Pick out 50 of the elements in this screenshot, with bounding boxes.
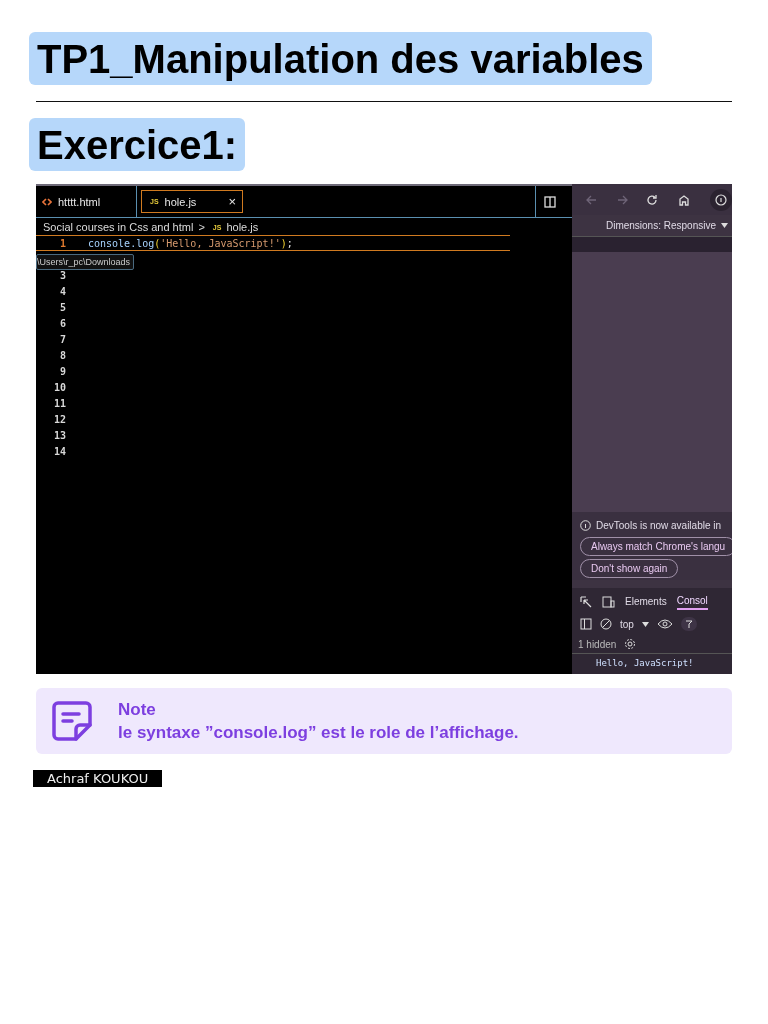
- line-number: 8: [58, 349, 66, 361]
- notice-button[interactable]: Don't show again: [580, 559, 679, 578]
- breadcrumb-file[interactable]: hole.js: [226, 221, 259, 233]
- caret-icon[interactable]: [721, 223, 728, 228]
- devtools-tab[interactable]: Elements: [625, 594, 667, 609]
- line-number: 6: [58, 317, 66, 329]
- page-title: TP1_Manipulation des variables: [29, 32, 652, 85]
- info-icon[interactable]: [580, 520, 591, 531]
- clear-icon[interactable]: [600, 618, 612, 630]
- line-number: 11: [52, 397, 66, 409]
- sidebar-icon[interactable]: [580, 618, 592, 630]
- eye-icon[interactable]: [656, 619, 673, 629]
- note-title: Note: [118, 699, 157, 721]
- info-icon[interactable]: [710, 188, 732, 211]
- code-line: console.log('Hello, JavaScript!');: [88, 237, 294, 249]
- editor-tab[interactable]: htttt.html: [36, 186, 137, 217]
- line-number: 5: [58, 301, 66, 313]
- notice-text: DevTools is now available in: [596, 520, 722, 531]
- author-label: Achraf KOUKOU: [33, 770, 163, 787]
- caret-icon[interactable]: [641, 621, 649, 627]
- settings-icon[interactable]: [624, 638, 637, 650]
- inspect-icon[interactable]: [580, 595, 592, 608]
- breadcrumb-separator: >: [198, 221, 205, 233]
- notice-button[interactable]: Always match Chrome's langu: [580, 537, 732, 556]
- hidden-count: 1 hidden: [578, 638, 617, 650]
- code-icon[interactable]: [42, 196, 52, 207]
- exercise-heading: Exercice1:: [29, 118, 246, 171]
- split-editor-icon[interactable]: [544, 195, 556, 208]
- home-icon[interactable]: [678, 193, 690, 206]
- dimensions-dropdown[interactable]: Dimensions: Responsive: [605, 220, 716, 231]
- line-number: 3: [58, 269, 66, 281]
- reload-icon[interactable]: [646, 193, 658, 206]
- note-text: le syntaxe ”console.log” est le role de l’affichage.: [118, 722, 519, 744]
- filter-icon[interactable]: [680, 617, 697, 631]
- line-number: 9: [58, 365, 66, 377]
- line-number: 7: [58, 333, 66, 345]
- console-output: Hello, JavaScript!: [572, 653, 732, 674]
- context-dropdown[interactable]: top: [620, 618, 634, 630]
- line-number: 4: [58, 285, 66, 297]
- devtools-tab[interactable]: Consol: [676, 593, 708, 610]
- line-number: 13: [52, 429, 66, 441]
- breadcrumb-folder[interactable]: Social courses in Css and html: [43, 221, 194, 233]
- close-icon[interactable]: ×: [228, 194, 236, 209]
- line-number: 12: [52, 413, 66, 425]
- device-icon[interactable]: [602, 595, 615, 608]
- path-tooltip: \Users\r_pc\Downloads: [36, 254, 135, 270]
- note-icon: [50, 699, 94, 743]
- line-number: 1: [58, 237, 66, 249]
- line-number: 10: [52, 381, 66, 393]
- line-number: 14: [52, 445, 66, 457]
